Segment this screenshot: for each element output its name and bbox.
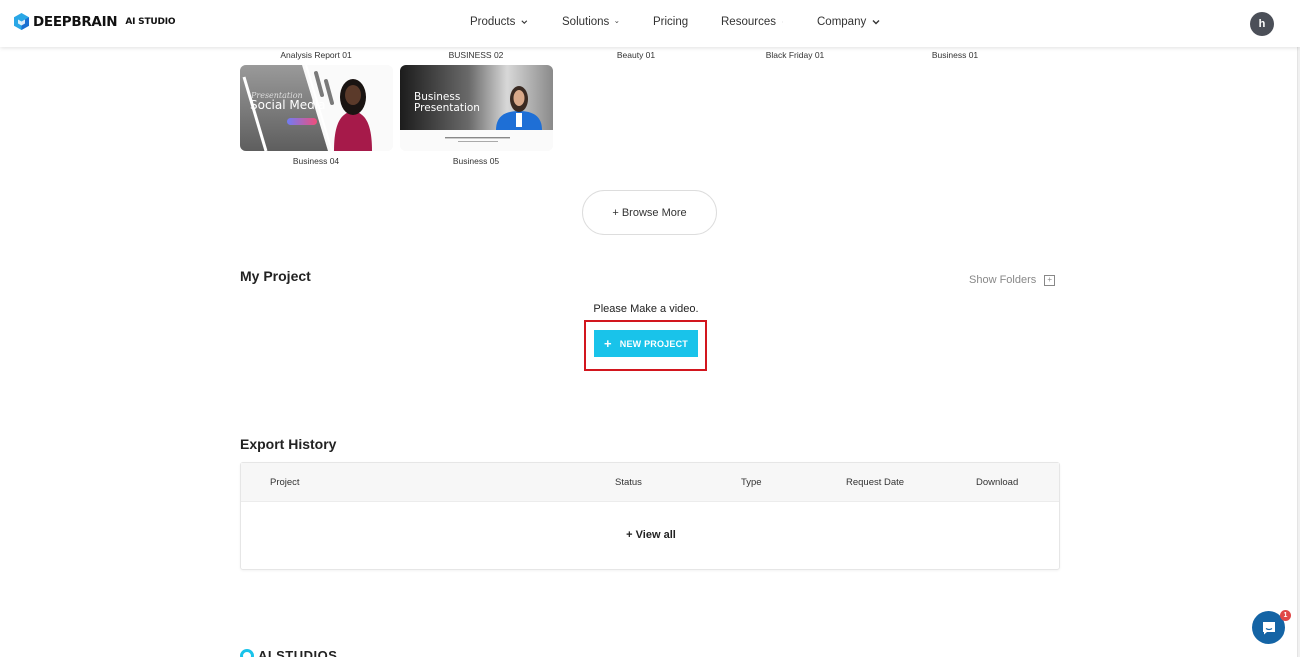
deepbrain-cube-icon (14, 13, 29, 30)
column-header-project: Project (270, 477, 300, 488)
column-header-status: Status (615, 477, 642, 488)
nav-resources[interactable]: Resources (721, 16, 783, 28)
chevron-down-icon (782, 21, 783, 23)
nav-label: Resources (721, 16, 776, 28)
browse-more-button[interactable]: + Browse More (582, 190, 717, 235)
ai-studios-logo-icon (240, 648, 254, 657)
template-caption[interactable]: Black Friday 01 (719, 50, 871, 60)
new-project-label: NEW PROJECT (619, 338, 688, 349)
template-caption[interactable]: BUSINESS 02 (400, 50, 552, 60)
empty-projects-message: Please Make a video. (593, 303, 699, 315)
business-presentation-thumbnail-art: Business Presentation (400, 65, 553, 151)
chevron-down-icon (872, 20, 880, 25)
user-avatar[interactable]: h (1250, 12, 1274, 36)
template-caption[interactable]: Business 04 (240, 156, 392, 166)
column-header-download: Download (976, 477, 1019, 488)
column-header-request-date: Request Date (846, 477, 905, 488)
my-project-title: My Project (240, 268, 311, 284)
new-project-button[interactable]: + NEW PROJECT (594, 330, 698, 357)
chevron-down-icon (615, 21, 619, 24)
footer-logo[interactable]: AI STUDIOS (240, 648, 337, 657)
main-nav: Products Solutions Pricing Resources Com… (470, 16, 914, 28)
footer-logo-text: AI STUDIOS (258, 648, 338, 657)
expand-folders-icon: + (1044, 274, 1056, 286)
svg-text:Presentation: Presentation (414, 102, 480, 114)
brand-name: DEEPBRAIN (33, 13, 118, 30)
template-caption[interactable]: Business 01 (879, 50, 1031, 60)
chevron-down-icon (521, 20, 528, 25)
view-all-link[interactable]: + View all (241, 529, 1061, 541)
nav-pricing[interactable]: Pricing (653, 16, 689, 28)
nav-label: Solutions (562, 16, 610, 28)
nav-label: Products (470, 16, 516, 28)
chat-notification-badge: 1 (1280, 610, 1291, 621)
social-media-thumbnail-art: Presentation Social Media (240, 65, 393, 151)
nav-solutions[interactable]: Solutions (562, 16, 619, 28)
nav-company[interactable]: Company (817, 16, 880, 28)
column-header-type: Type (741, 477, 762, 488)
svg-text:Social Media: Social Media (250, 98, 325, 112)
template-caption[interactable]: Business 05 (400, 156, 552, 166)
table-header-row: Project Status Type Request Date Downloa… (241, 463, 1059, 502)
export-history-table: Project Status Type Request Date Downloa… (240, 462, 1060, 570)
show-folders-label: Show Folders (969, 274, 1037, 286)
template-thumbnail-business-05[interactable]: Business Presentation (400, 65, 553, 151)
brand-subtitle: AI STUDIO (125, 16, 176, 27)
top-navbar: DEEPBRAIN AI STUDIO Products Solutions P… (0, 0, 1300, 47)
template-thumbnail-business-04[interactable]: Presentation Social Media (240, 65, 393, 151)
brand-logo[interactable]: DEEPBRAIN AI STUDIO (14, 13, 176, 30)
show-folders-toggle[interactable]: Show Folders + (969, 274, 1056, 286)
export-history-title: Export History (240, 436, 337, 452)
chat-bubble-icon (1262, 621, 1275, 634)
template-caption[interactable]: Beauty 01 (560, 50, 712, 60)
nav-label: Company (817, 16, 867, 28)
nav-products[interactable]: Products (470, 16, 528, 28)
nav-label: Pricing (653, 16, 689, 28)
plus-icon: + (603, 336, 612, 351)
template-caption[interactable]: Analysis Report 01 (240, 50, 392, 60)
